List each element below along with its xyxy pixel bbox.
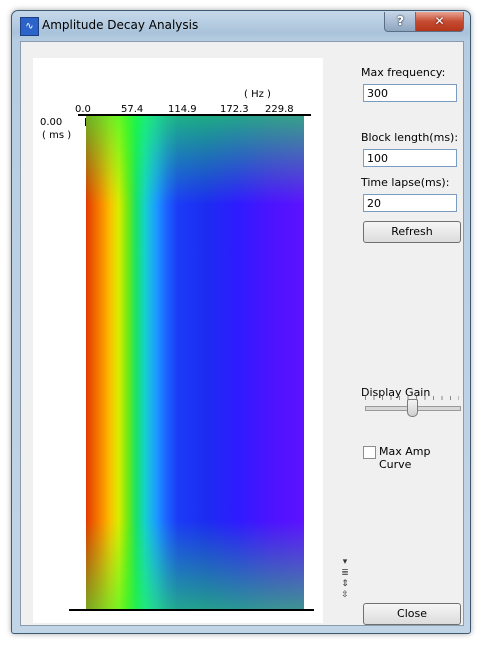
close-button[interactable]: Close bbox=[363, 603, 461, 625]
scroll-down-icon[interactable]: ▾ bbox=[339, 557, 351, 568]
block-length-label: Block length(ms): bbox=[361, 131, 459, 144]
bottom-axis-line bbox=[69, 609, 314, 611]
waveform-app-icon: ∿ bbox=[20, 17, 39, 36]
time-lapse-label: Time lapse(ms): bbox=[361, 176, 450, 189]
max-amp-curve-label: Max Amp Curve bbox=[379, 445, 431, 471]
app-window: ∿ Amplitude Decay Analysis ? ✕ ( Hz ) 0.… bbox=[11, 10, 471, 634]
help-button[interactable]: ? bbox=[384, 12, 417, 32]
window-close-button[interactable]: ✕ bbox=[415, 12, 464, 32]
y-zero-label: 0.00 bbox=[40, 117, 63, 128]
y-unit-label: ( ms ) bbox=[42, 130, 72, 141]
time-lapse-input[interactable]: 20 bbox=[363, 194, 457, 212]
zoom-in-icon[interactable]: ⇕ bbox=[339, 579, 351, 590]
zoom-controls[interactable]: ▾ ≣ ⇕ ⇳ bbox=[339, 557, 351, 601]
x-unit-label: ( Hz ) bbox=[244, 89, 271, 100]
refresh-button[interactable]: Refresh bbox=[363, 221, 461, 243]
max-frequency-label: Max frequency: bbox=[361, 66, 446, 79]
settings-panel: Max frequency: 300 Block length(ms): 100… bbox=[359, 42, 463, 625]
window-title: Amplitude Decay Analysis bbox=[42, 18, 199, 32]
client-area: ( Hz ) 0.0 57.4 114.9 172.3 229.8 0.00 (… bbox=[20, 41, 464, 626]
max-frequency-input[interactable]: 300 bbox=[363, 84, 457, 102]
block-length-input[interactable]: 100 bbox=[363, 149, 457, 167]
gain-slider-thumb[interactable] bbox=[407, 399, 418, 417]
spectrogram-panel: ( Hz ) 0.0 57.4 114.9 172.3 229.8 0.00 (… bbox=[33, 58, 323, 623]
title-bar[interactable]: ∿ Amplitude Decay Analysis ? ✕ bbox=[12, 11, 470, 41]
max-amp-curve-checkbox[interactable] bbox=[363, 446, 376, 459]
spectrogram-shading bbox=[86, 116, 304, 609]
zoom-fit-icon[interactable]: ≣ bbox=[339, 568, 351, 579]
zoom-out-icon[interactable]: ⇳ bbox=[339, 590, 351, 601]
